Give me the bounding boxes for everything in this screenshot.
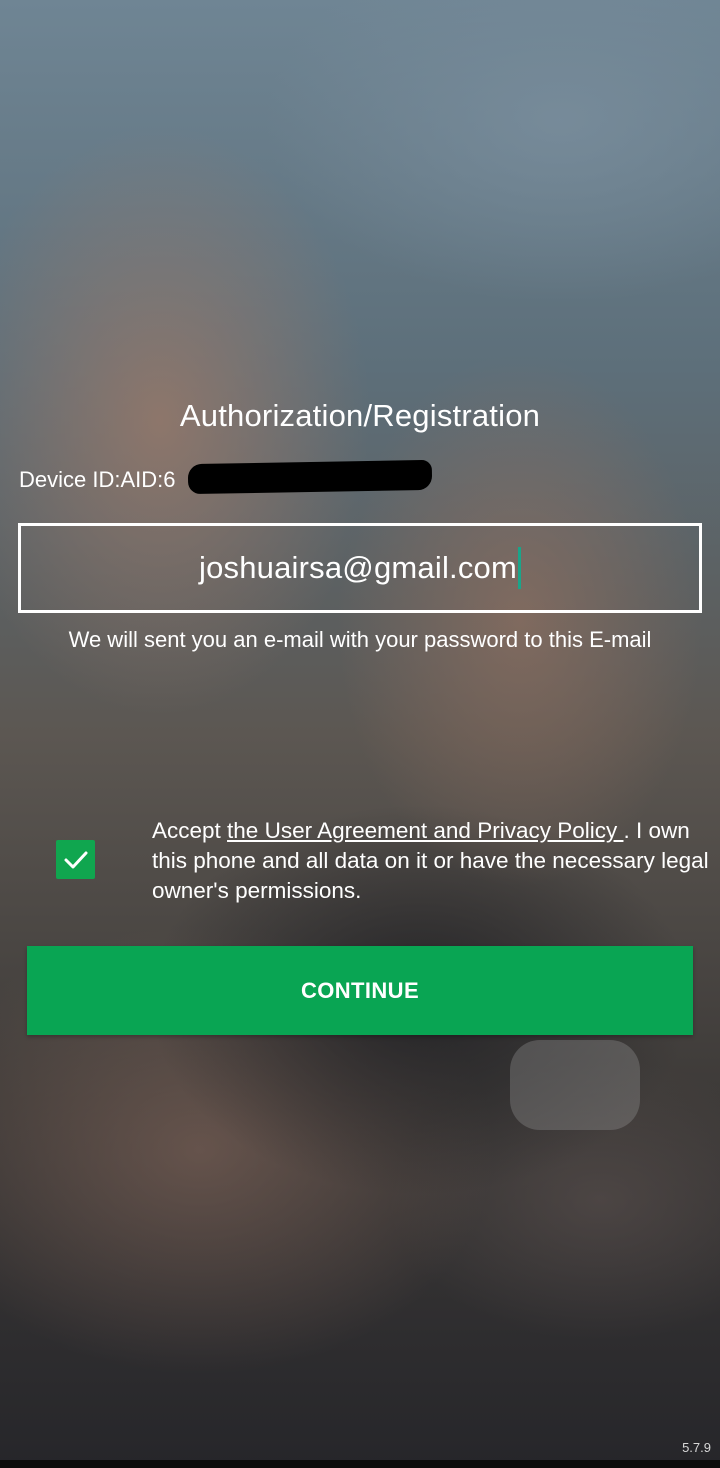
device-id-row: Device ID:AID: 6 — [19, 464, 176, 496]
agreement-text: Accept the User Agreement and Privacy Po… — [152, 816, 712, 906]
agreement-checkbox[interactable] — [56, 840, 95, 879]
email-value: joshuairsa@gmail.com — [198, 550, 518, 585]
app-version: 5.7.9 — [682, 1440, 711, 1455]
email-hint: We will sent you an e-mail with your pas… — [68, 627, 652, 652]
background-photo — [0, 0, 720, 1468]
page-title: Authorization/Registration — [179, 398, 541, 433]
checkmark-icon — [64, 851, 87, 868]
email-input[interactable]: joshuairsa@gmail.com — [18, 523, 702, 613]
device-id-value: 6 — [163, 467, 176, 492]
continue-button[interactable]: CONTINUE — [27, 946, 693, 1035]
device-id-label: Device ID:AID: — [19, 467, 164, 492]
bottom-edge — [0, 1460, 720, 1468]
user-agreement-link[interactable]: the User Agreement and Privacy Policy — [227, 818, 623, 843]
device-id-redaction — [187, 459, 433, 495]
text-cursor — [518, 547, 522, 589]
agreement-prefix: Accept — [152, 818, 228, 843]
background-highlight — [510, 1040, 640, 1130]
